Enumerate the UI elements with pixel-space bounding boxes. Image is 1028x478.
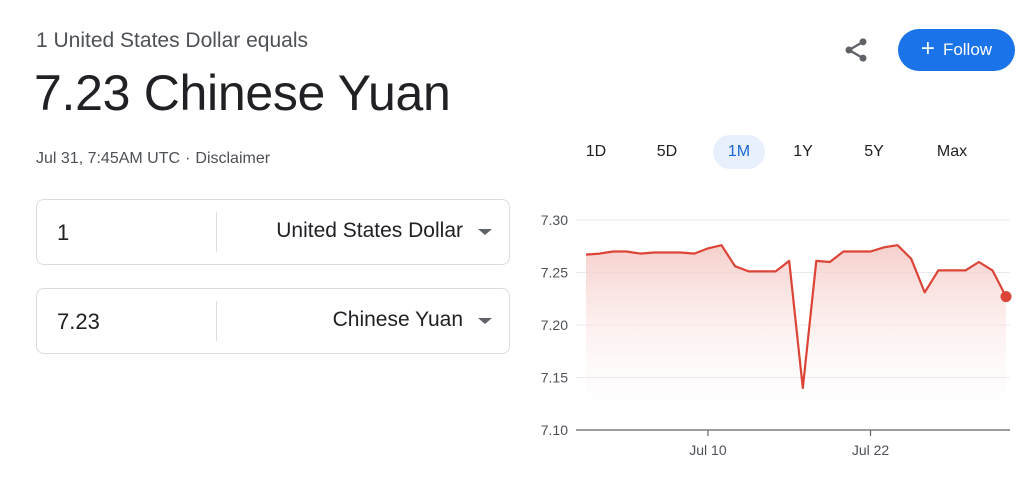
current-rate-dot [1000,291,1012,303]
y-tick-label: 7.30 [541,212,568,228]
separator: · [185,150,191,167]
dropdown-arrow-icon [478,318,492,324]
time-range-tabs: 1D 5D 1M 1Y 5Y Max [560,133,1010,171]
to-currency-label: Chinese Yuan [332,308,463,331]
disclaimer-link[interactable]: Disclaimer [195,150,270,167]
y-tick-label: 7.20 [541,317,568,333]
equals-text: 1 United States Dollar equals [36,29,308,52]
from-amount-input[interactable] [57,220,207,246]
to-currency-select[interactable]: Chinese Yuan [218,289,509,353]
timestamp-line: Jul 31, 7:45AM UTC · Disclaimer [36,150,270,168]
y-tick-label: 7.25 [541,265,568,281]
share-icon [845,38,867,62]
to-amount-input[interactable] [57,309,207,335]
exchange-rate-chart[interactable]: 7.30 7.25 7.20 7.15 7.10 Jul 10 Jul 22 [520,200,1020,470]
row-divider [216,301,217,341]
to-currency-row: Chinese Yuan [36,288,510,354]
follow-label: Follow [942,40,993,59]
from-currency-label: United States Dollar [276,219,463,242]
row-divider [216,212,217,252]
plus-icon: + [920,35,935,62]
y-tick-label: 7.10 [541,422,568,438]
range-tab-1y[interactable]: 1Y [779,135,827,169]
timestamp: Jul 31, 7:45AM UTC [36,150,181,167]
from-currency-row: United States Dollar [36,199,510,265]
dropdown-arrow-icon [478,229,492,235]
range-tab-1m[interactable]: 1M [713,135,765,169]
share-button[interactable] [838,32,874,68]
y-tick-label: 7.15 [541,370,568,386]
conversion-result: 7.23 Chinese Yuan [34,65,451,121]
from-currency-select[interactable]: United States Dollar [218,200,509,264]
range-tab-1d[interactable]: 1D [572,135,620,169]
x-tick-label: Jul 10 [689,442,727,458]
x-tick-label: Jul 22 [852,442,890,458]
follow-button[interactable]: + Follow [898,29,1015,71]
range-tab-5y[interactable]: 5Y [850,135,898,169]
range-tab-max[interactable]: Max [925,135,979,169]
range-tab-5d[interactable]: 5D [643,135,691,169]
